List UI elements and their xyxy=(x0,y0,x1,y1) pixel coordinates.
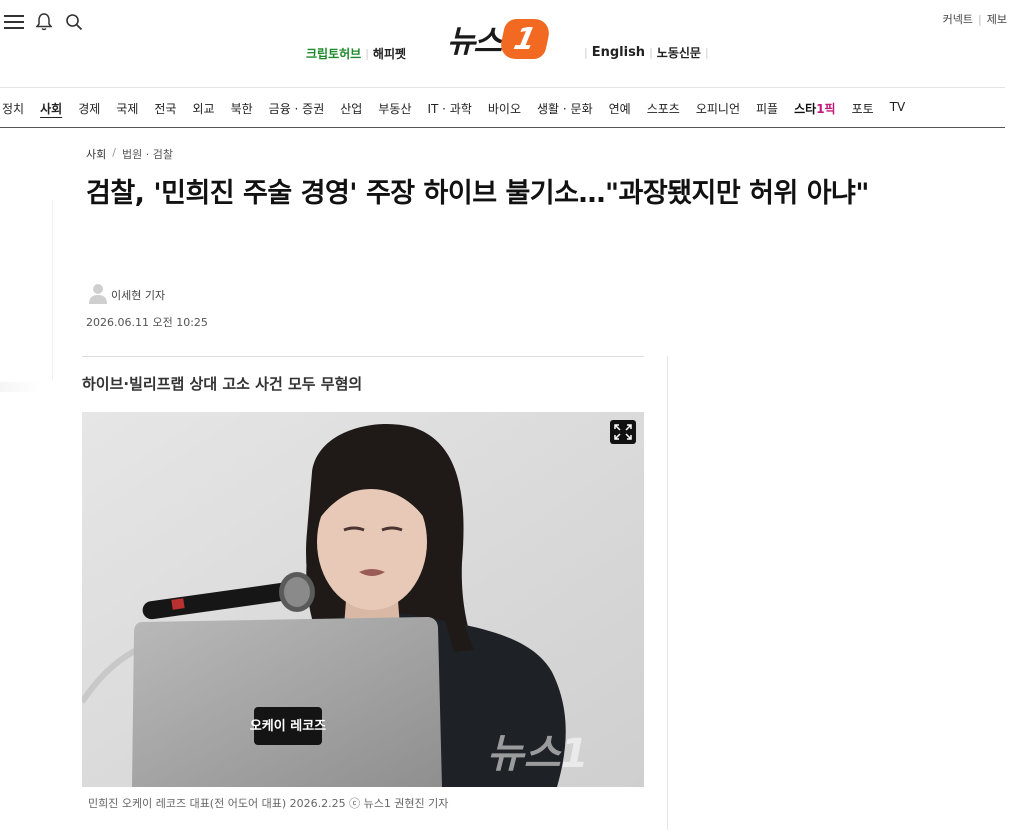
sub-links-right: | English | 노동신문 | xyxy=(584,44,709,61)
nav-item-finance[interactable]: 금융 · 증권 xyxy=(261,100,333,117)
article-title: 검찰, '민희진 주술 경영' 주장 하이브 불기소…"과장됐지만 허위 아냐" xyxy=(86,178,869,209)
search-icon[interactable] xyxy=(64,12,84,32)
article-divider xyxy=(82,356,644,357)
author-byline[interactable]: 이세현 기자 xyxy=(88,282,165,307)
breadcrumb: 사회 / 법원 · 검찰 xyxy=(86,146,173,162)
nav-item-nationwide[interactable]: 전국 xyxy=(146,100,184,117)
crypto-hub-link[interactable]: 크립토허브 xyxy=(306,45,361,62)
author-name: 이세현 기자 xyxy=(111,288,166,302)
sub-links-left: 크립토허브 | 해피펫 xyxy=(306,45,406,62)
news1-logo[interactable]: 뉴스 1 xyxy=(447,16,553,61)
nav-item-bio[interactable]: 바이오 xyxy=(480,100,529,117)
nav-item-north-korea[interactable]: 북한 xyxy=(223,100,261,117)
logo-number: 1 xyxy=(497,18,553,59)
avatar xyxy=(88,282,108,307)
nav-item-people[interactable]: 피플 xyxy=(748,100,786,117)
labor-newspaper-link[interactable]: 노동신문 xyxy=(657,44,701,61)
expand-icon[interactable] xyxy=(610,420,636,444)
nav-item-real-estate[interactable]: 부동산 xyxy=(370,100,419,117)
breadcrumb-section[interactable]: 사회 xyxy=(86,146,106,162)
nav-item-international[interactable]: 국제 xyxy=(108,100,146,117)
bell-icon[interactable] xyxy=(34,12,54,32)
breadcrumb-subsection[interactable]: 법원 · 검찰 xyxy=(122,146,173,162)
connect-link[interactable]: 커넥트 xyxy=(943,11,973,27)
laptop-sticker-text: 오케이 레코즈 xyxy=(250,718,326,734)
nav-item-life-culture[interactable]: 생활 · 문화 xyxy=(529,100,601,117)
header-divider xyxy=(0,87,1005,88)
nav-item-diplomacy[interactable]: 외교 xyxy=(184,100,222,117)
report-link[interactable]: 제보 xyxy=(987,11,1007,27)
publish-date: 2026.06.11 오전 10:25 xyxy=(86,316,208,329)
divider: | xyxy=(704,46,709,59)
header-icons xyxy=(4,12,84,32)
nav-item-society[interactable]: 사회 xyxy=(32,100,70,117)
divider: | xyxy=(978,12,982,26)
photo-caption: 민희진 오케이 레코즈 대표(전 어도어 대표) 2026.2.25 ⓒ 뉴스1… xyxy=(88,797,449,810)
nav-item-sports[interactable]: 스포츠 xyxy=(639,100,688,117)
nav-item-photo[interactable]: 포토 xyxy=(844,100,882,117)
menu-icon[interactable] xyxy=(4,12,24,32)
article-photo[interactable]: 오케이 레코즈 뉴스1 xyxy=(82,412,644,787)
nav-item-entertainment[interactable]: 연예 xyxy=(601,100,639,117)
photo-watermark: 뉴스1 xyxy=(487,731,588,777)
english-link[interactable]: English xyxy=(592,45,645,60)
nav-item-star1pick[interactable]: 스타1픽 xyxy=(786,100,843,117)
column-divider xyxy=(667,356,668,830)
happypet-link[interactable]: 해피펫 xyxy=(373,45,406,62)
breadcrumb-separator: / xyxy=(112,146,116,159)
divider: | xyxy=(584,46,588,59)
left-rail-shadow xyxy=(0,382,40,392)
divider: | xyxy=(365,47,369,60)
top-right-links: 커넥트 | 제보 xyxy=(943,11,1007,27)
divider: | xyxy=(649,46,653,59)
nav-item-industry[interactable]: 산업 xyxy=(332,100,370,117)
logo-text: 뉴스 xyxy=(447,24,502,60)
nav-divider xyxy=(0,127,1005,128)
main-nav: 정치 사회 경제 국제 전국 외교 북한 금융 · 증권 산업 부동산 IT ·… xyxy=(2,100,913,117)
nav-item-politics[interactable]: 정치 xyxy=(2,100,32,117)
article-subtitle: 하이브·빌리프랩 상대 고소 사건 모두 무혐의 xyxy=(82,375,363,393)
nav-item-tv[interactable]: TV xyxy=(882,100,914,117)
nav-item-it-science[interactable]: IT · 과학 xyxy=(419,100,479,117)
photo-illustration: 오케이 레코즈 뉴스1 xyxy=(82,412,644,787)
nav-item-opinion[interactable]: 오피니언 xyxy=(688,100,748,117)
nav-item-economy[interactable]: 경제 xyxy=(70,100,108,117)
left-rail-line xyxy=(52,200,53,380)
